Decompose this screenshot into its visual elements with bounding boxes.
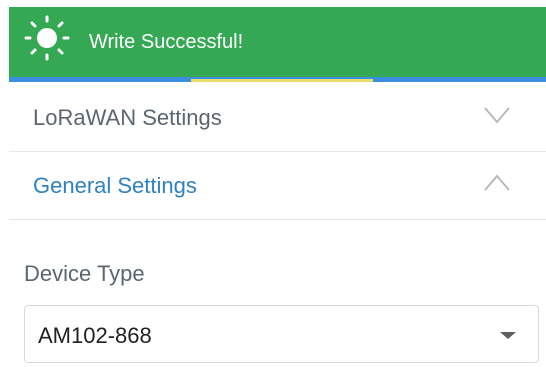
device-type-value: AM102-868 xyxy=(38,323,152,348)
device-type-select[interactable]: AM102-868 xyxy=(24,305,539,363)
toast-message: Write Successful! xyxy=(89,31,244,53)
chevron-up-icon[interactable] xyxy=(484,173,510,193)
chevron-down-icon[interactable] xyxy=(484,105,510,125)
sun-icon xyxy=(24,15,70,61)
section-label: LoRaWAN Settings xyxy=(33,105,222,130)
device-type-label: Device Type xyxy=(24,261,145,286)
section-lorawan-settings[interactable]: LoRaWAN Settings xyxy=(9,83,546,152)
success-toast: Write Successful! xyxy=(9,7,546,81)
section-label: General Settings xyxy=(33,173,197,198)
dropdown-arrow-icon[interactable] xyxy=(500,332,516,339)
section-general-settings[interactable]: General Settings xyxy=(9,151,546,220)
toast-progress-highlight xyxy=(191,79,373,82)
